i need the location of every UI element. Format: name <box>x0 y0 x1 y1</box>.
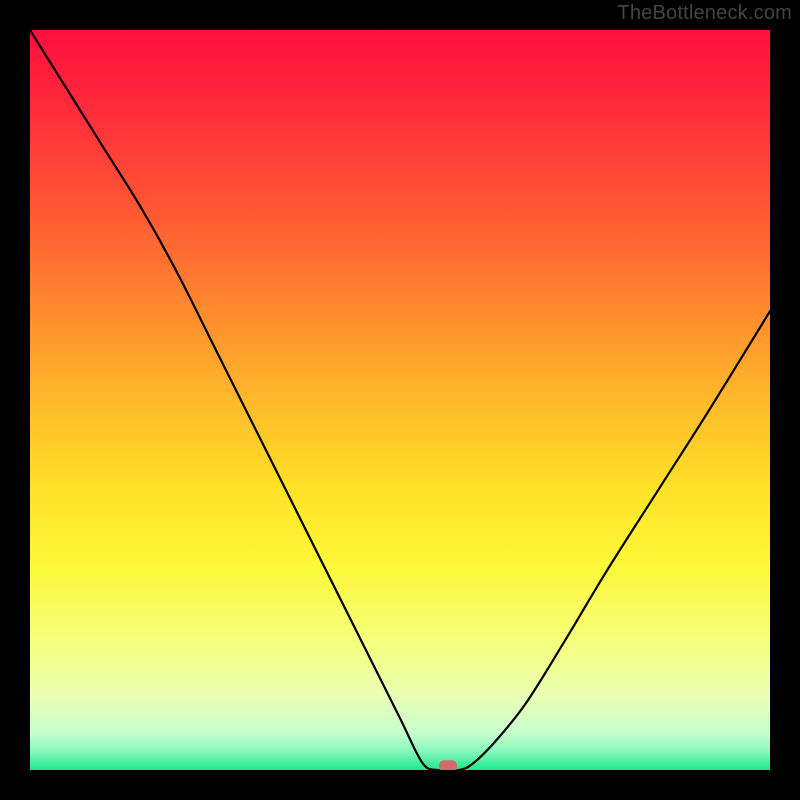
gradient-background <box>30 30 770 770</box>
chart-frame: TheBottleneck.com <box>0 0 800 800</box>
attribution-label: TheBottleneck.com <box>617 2 792 25</box>
plot-area <box>30 30 770 770</box>
bottleneck-chart <box>30 30 770 770</box>
optimal-point-marker <box>439 760 457 770</box>
